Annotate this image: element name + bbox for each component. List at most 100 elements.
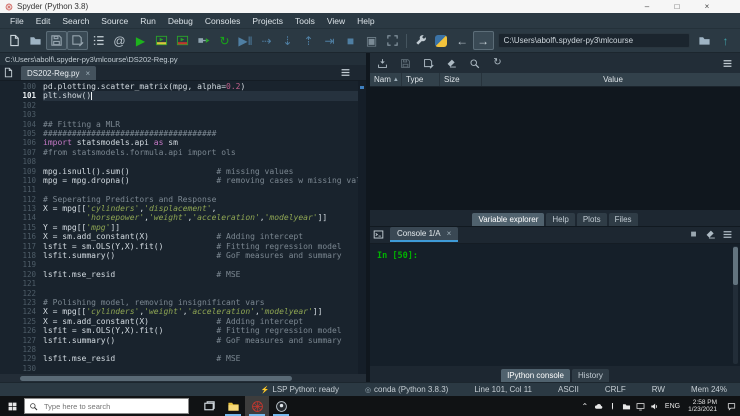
code-line-128[interactable]: 128 bbox=[0, 345, 358, 354]
continue-execution-icon[interactable]: ⇥ bbox=[319, 31, 340, 50]
refresh-variables-icon[interactable]: ↻ bbox=[489, 56, 506, 71]
new-file-icon[interactable] bbox=[4, 31, 25, 50]
editor-tab[interactable]: DS202-Reg.py × bbox=[21, 66, 97, 80]
run-cell-and-advance-icon[interactable] bbox=[172, 31, 193, 50]
onedrive-icon[interactable] bbox=[592, 398, 606, 414]
debug-file-icon[interactable]: ▶‖ bbox=[235, 31, 256, 50]
code-line-109[interactable]: 109 mpg.isnull().sum() # missing values bbox=[0, 167, 358, 176]
menu-search[interactable]: Search bbox=[56, 16, 95, 26]
code-line-113[interactable]: 113 X = mpg[['cylinders','displacement', bbox=[0, 204, 358, 213]
code-line-107[interactable]: 107 #from statsmodels.formula.api import … bbox=[0, 148, 358, 157]
menu-consoles[interactable]: Consoles bbox=[199, 16, 246, 26]
column-header-type[interactable]: Type bbox=[402, 73, 440, 86]
working-directory-input[interactable] bbox=[497, 33, 690, 48]
code-line-108[interactable]: 108 bbox=[0, 157, 358, 166]
menu-debug[interactable]: Debug bbox=[162, 16, 199, 26]
step-return-icon[interactable]: ⇡ bbox=[298, 31, 319, 50]
code-line-101[interactable]: 101 plt.show() bbox=[0, 91, 358, 101]
ipython-console[interactable]: In [50]: bbox=[370, 243, 740, 366]
fullscreen-mode-icon[interactable] bbox=[382, 31, 403, 50]
editor-options-icon[interactable] bbox=[337, 65, 354, 80]
tab-files[interactable]: Files bbox=[608, 212, 638, 226]
code-line-104[interactable]: 104 ## Fitting a MLR bbox=[0, 120, 358, 129]
pythonpath-manager-icon[interactable] bbox=[431, 31, 452, 50]
column-header-size[interactable]: Size bbox=[440, 73, 482, 86]
column-header-nam[interactable]: Nam ▲ bbox=[370, 73, 402, 86]
taskbar-search[interactable] bbox=[24, 398, 189, 414]
code-line-110[interactable]: 110 mpg = mpg.dropna() # removing cases w… bbox=[0, 176, 366, 185]
menu-edit[interactable]: Edit bbox=[30, 16, 57, 26]
reset-namespace-icon[interactable] bbox=[443, 56, 460, 71]
console-scrollbar-thumb[interactable] bbox=[733, 246, 738, 285]
save-data-icon[interactable] bbox=[397, 56, 414, 71]
outline-explorer-icon[interactable] bbox=[88, 31, 109, 50]
menu-view[interactable]: View bbox=[321, 16, 351, 26]
code-line-118[interactable]: 118 lsfit.summary() # GoF measures and su… bbox=[0, 251, 358, 260]
console-tab-close-icon[interactable]: × bbox=[447, 229, 452, 238]
run-cell-icon[interactable] bbox=[151, 31, 172, 50]
tab-close-icon[interactable]: × bbox=[85, 69, 90, 78]
code-line-122[interactable]: 122 bbox=[0, 289, 358, 298]
code-line-114[interactable]: 114 'horsepower','weight','acceleration'… bbox=[0, 213, 358, 222]
code-line-129[interactable]: 129 lsfit.mse_resid # MSE bbox=[0, 354, 358, 363]
code-line-112[interactable]: 112 # Seperating Predictors and Response bbox=[0, 195, 358, 204]
code-line-130[interactable]: 130 bbox=[0, 364, 358, 373]
back-icon[interactable]: ← bbox=[452, 31, 473, 50]
interrupt-kernel-icon[interactable]: ■ bbox=[685, 227, 702, 242]
code-line-117[interactable]: 117 lsfit = sm.OLS(Y,X).fit() # Fitting r… bbox=[0, 242, 358, 251]
console-options-icon[interactable] bbox=[719, 227, 736, 242]
tab-variable-explorer[interactable]: Variable explorer bbox=[472, 212, 545, 226]
code-line-115[interactable]: 115 Y = mpg[['mpg']] bbox=[0, 223, 358, 232]
find-in-files-icon[interactable]: @ bbox=[109, 31, 130, 50]
hidden-icons-icon[interactable]: ⌃ bbox=[578, 398, 592, 414]
clear-console-icon[interactable] bbox=[702, 227, 719, 242]
forward-icon[interactable]: → bbox=[472, 31, 494, 50]
code-line-106[interactable]: 106 import statsmodels.api as sm bbox=[0, 138, 358, 147]
variable-explorer-options-icon[interactable] bbox=[719, 56, 736, 71]
menu-projects[interactable]: Projects bbox=[246, 16, 289, 26]
code-line-103[interactable]: 103 bbox=[0, 110, 358, 119]
scrollbar-thumb[interactable] bbox=[20, 375, 292, 381]
action-center-icon[interactable] bbox=[722, 398, 740, 414]
editor-horizontal-scrollbar[interactable] bbox=[0, 374, 366, 382]
tab-plots[interactable]: Plots bbox=[576, 212, 607, 226]
search-variables-icon[interactable] bbox=[466, 56, 483, 71]
browse-working-directory-icon[interactable] bbox=[694, 31, 715, 50]
maximize-button[interactable]: □ bbox=[662, 2, 692, 11]
browse-tabs-icon[interactable] bbox=[0, 65, 17, 80]
menu-run[interactable]: Run bbox=[134, 16, 162, 26]
step-over-icon[interactable]: ⇢ bbox=[256, 31, 277, 50]
code-line-119[interactable]: 119 bbox=[0, 260, 358, 269]
tab-history[interactable]: History bbox=[572, 369, 609, 382]
tab-help[interactable]: Help bbox=[546, 212, 575, 226]
menu-tools[interactable]: Tools bbox=[289, 16, 321, 26]
code-line-125[interactable]: 125 X = sm.add_constant(X) # Adding inter… bbox=[0, 317, 358, 326]
save-data-as-icon[interactable] bbox=[420, 56, 437, 71]
code-line-120[interactable]: 120 lsfit.mse_resid # MSE bbox=[0, 270, 358, 279]
menu-source[interactable]: Source bbox=[95, 16, 134, 26]
menu-help[interactable]: Help bbox=[351, 16, 380, 26]
save-all-icon[interactable] bbox=[67, 31, 88, 50]
file-explorer-icon[interactable] bbox=[221, 396, 245, 416]
code-line-127[interactable]: 127 lsfit.summary() # GoF measures and su… bbox=[0, 336, 358, 345]
language-indicator[interactable]: ENG bbox=[665, 403, 680, 410]
code-line-111[interactable]: 111 bbox=[0, 185, 358, 194]
run-selection-icon[interactable] bbox=[193, 31, 214, 50]
import-data-icon[interactable] bbox=[374, 56, 391, 71]
code-line-124[interactable]: 124 X = mpg[['cylinders','weight','accele… bbox=[0, 307, 358, 316]
obs-app-icon[interactable] bbox=[269, 396, 293, 416]
rerun-last-cell-icon[interactable]: ↻ bbox=[214, 31, 235, 50]
code-editor[interactable]: 100 pd.plotting.scatter_matrix(mpg, alpha… bbox=[0, 81, 366, 374]
start-button[interactable] bbox=[0, 396, 24, 416]
code-line-116[interactable]: 116 X = sm.add_constant(X) # Adding inter… bbox=[0, 232, 358, 241]
code-line-121[interactable]: 121 bbox=[0, 279, 358, 288]
console-scrollbar[interactable] bbox=[733, 245, 738, 364]
stop-debugging-icon[interactable]: ■ bbox=[340, 31, 361, 50]
column-header-value[interactable]: Value bbox=[482, 73, 740, 86]
taskbar-clock[interactable]: 2:58 PM 1/23/2021 bbox=[688, 399, 717, 414]
variable-table-header[interactable]: Nam ▲ Type Size Value bbox=[370, 73, 740, 87]
code-line-100[interactable]: 100 pd.plotting.scatter_matrix(mpg, alpha… bbox=[0, 82, 358, 91]
console-tab[interactable]: Console 1/A × bbox=[390, 227, 459, 242]
spyder-app-icon[interactable] bbox=[245, 396, 269, 416]
parent-directory-icon[interactable]: ↑ bbox=[715, 31, 736, 50]
